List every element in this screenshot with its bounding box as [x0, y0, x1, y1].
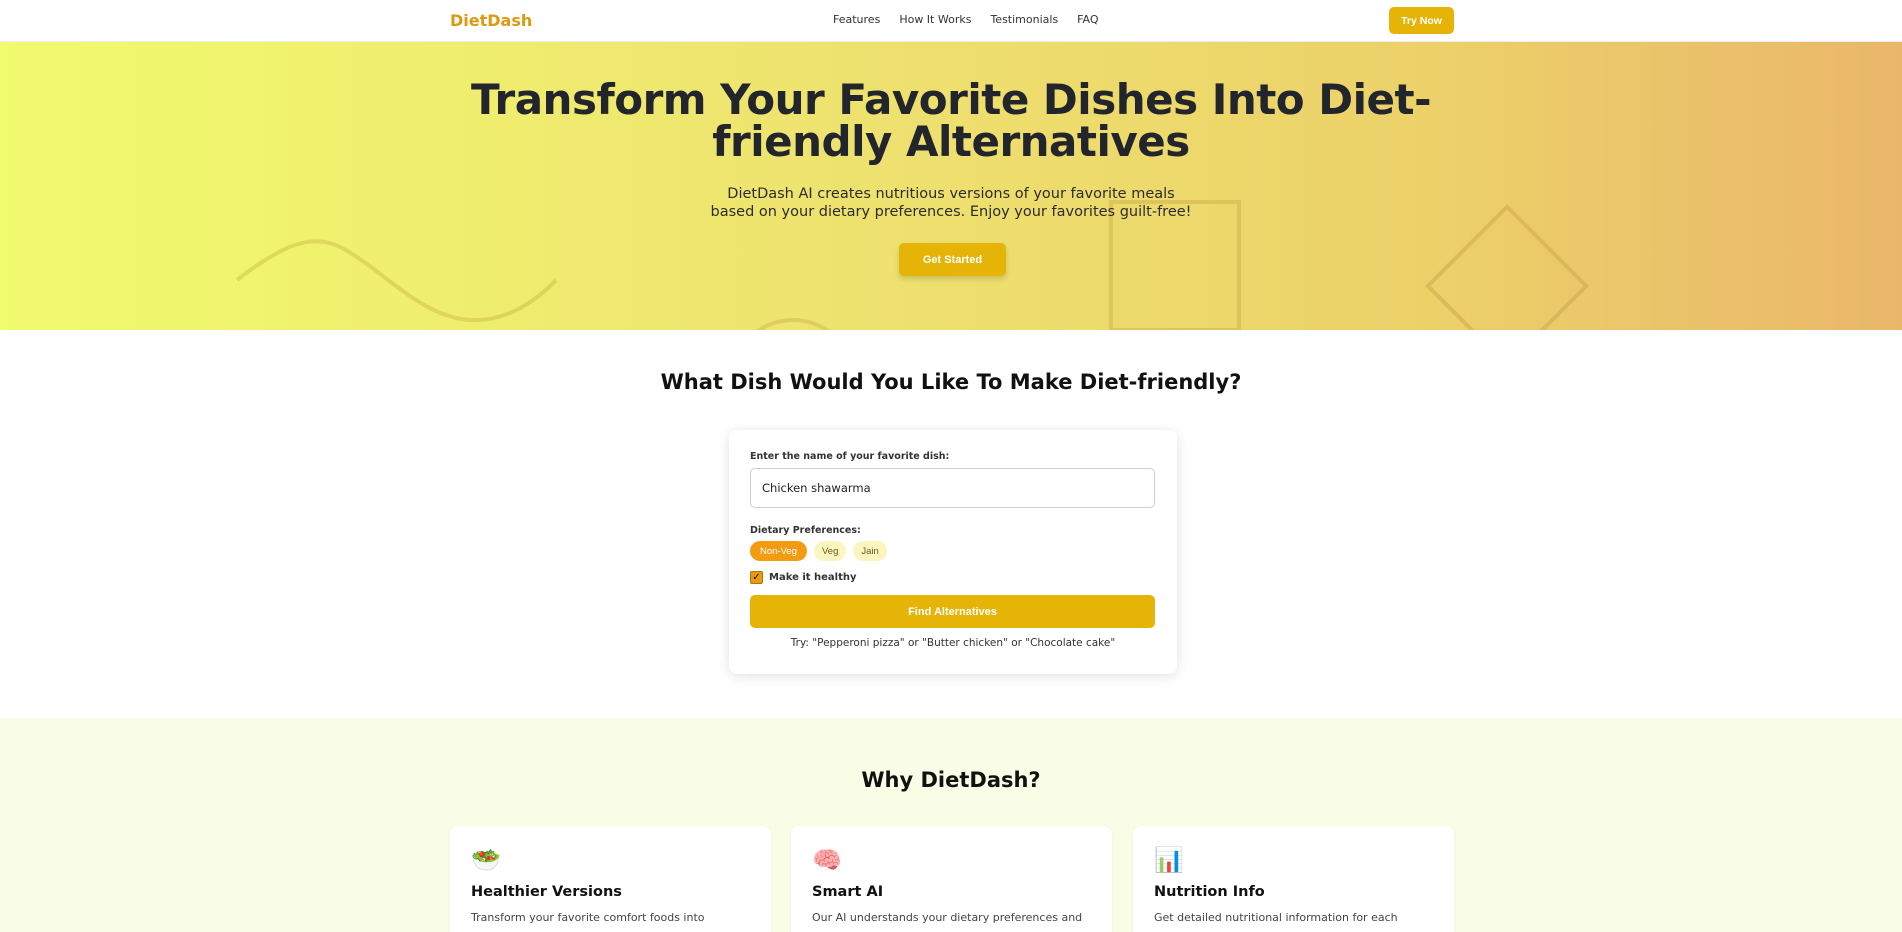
hero-subtitle-line-1: DietDash AI creates nutritious versions … — [727, 186, 1175, 202]
hero-section: Transform Your Favorite Dishes Into Diet… — [0, 42, 1902, 330]
feature-card-nutrition: 📊 Nutrition Info Get detailed nutritiona… — [1133, 826, 1454, 932]
pref-chip-non-veg[interactable]: Non-Veg — [750, 541, 807, 561]
pref-chip-veg[interactable]: Veg — [813, 541, 847, 561]
hero-title-line-2: friendly Alternatives — [712, 117, 1190, 166]
make-healthy-label[interactable]: Make it healthy — [769, 572, 857, 583]
nav-link-how-it-works[interactable]: How It Works — [899, 13, 971, 26]
form-heading: What Dish Would You Like To Make Diet-fr… — [660, 370, 1242, 394]
nav-link-faq[interactable]: FAQ — [1077, 13, 1098, 26]
get-started-button[interactable]: Get Started — [899, 243, 1006, 276]
decorative-square — [1109, 200, 1241, 330]
hero-subtitle: DietDash AI creates nutritious versions … — [0, 185, 1902, 221]
dietary-preference-options: Non-Veg Veg Jain — [750, 541, 887, 561]
feature-card-healthier: 🥗 Healthier Versions Transform your favo… — [450, 826, 771, 932]
feature-card-desc: Our AI understands your dietary preferen… — [812, 911, 1083, 924]
bar-chart-icon: 📊 — [1154, 846, 1184, 874]
nav-links: Features How It Works Testimonials FAQ — [833, 13, 1098, 26]
find-alternatives-button[interactable]: Find Alternatives — [750, 595, 1155, 628]
brain-icon: 🧠 — [812, 846, 842, 874]
dish-form-card: Enter the name of your favorite dish: Di… — [729, 430, 1177, 674]
feature-card-desc: Get detailed nutritional information for… — [1154, 911, 1398, 924]
pref-chip-jain[interactable]: Jain — [853, 541, 887, 561]
feature-card-title: Smart AI — [812, 884, 884, 900]
feature-card-title: Nutrition Info — [1154, 884, 1265, 900]
salad-icon: 🥗 — [471, 846, 501, 874]
nav-link-features[interactable]: Features — [833, 13, 880, 26]
feature-card-smart-ai: 🧠 Smart AI Our AI understands your dieta… — [791, 826, 1112, 932]
make-healthy-checkbox[interactable]: ✓ — [750, 571, 763, 584]
checkmark-icon: ✓ — [752, 572, 761, 583]
decorative-circle — [755, 318, 831, 330]
why-heading: Why DietDash? — [861, 768, 1041, 792]
hero-title-line-1: Transform Your Favorite Dishes Into Diet… — [470, 75, 1432, 124]
make-healthy-row: ✓ Make it healthy — [750, 571, 857, 584]
dish-input[interactable] — [750, 468, 1155, 508]
example-hint: Try: "Pepperoni pizza" or "Butter chicke… — [790, 637, 1116, 649]
nav-link-testimonials[interactable]: Testimonials — [990, 13, 1058, 26]
logo[interactable]: DietDash — [450, 11, 532, 30]
try-now-button[interactable]: Try Now — [1389, 7, 1454, 34]
top-nav: DietDash Features How It Works Testimoni… — [0, 0, 1902, 42]
dietary-preferences-label: Dietary Preferences: — [750, 525, 861, 536]
feature-card-desc: Transform your favorite comfort foods in… — [471, 911, 705, 924]
decorative-wave — [235, 239, 558, 323]
hero-title: Transform Your Favorite Dishes Into Diet… — [0, 79, 1902, 163]
feature-card-title: Healthier Versions — [471, 884, 622, 900]
decorative-diamond — [1424, 203, 1590, 330]
dish-input-label: Enter the name of your favorite dish: — [750, 451, 950, 462]
hero-subtitle-line-2: based on your dietary preferences. Enjoy… — [710, 204, 1192, 220]
why-section: Why DietDash? 🥗 Healthier Versions Trans… — [0, 718, 1902, 932]
